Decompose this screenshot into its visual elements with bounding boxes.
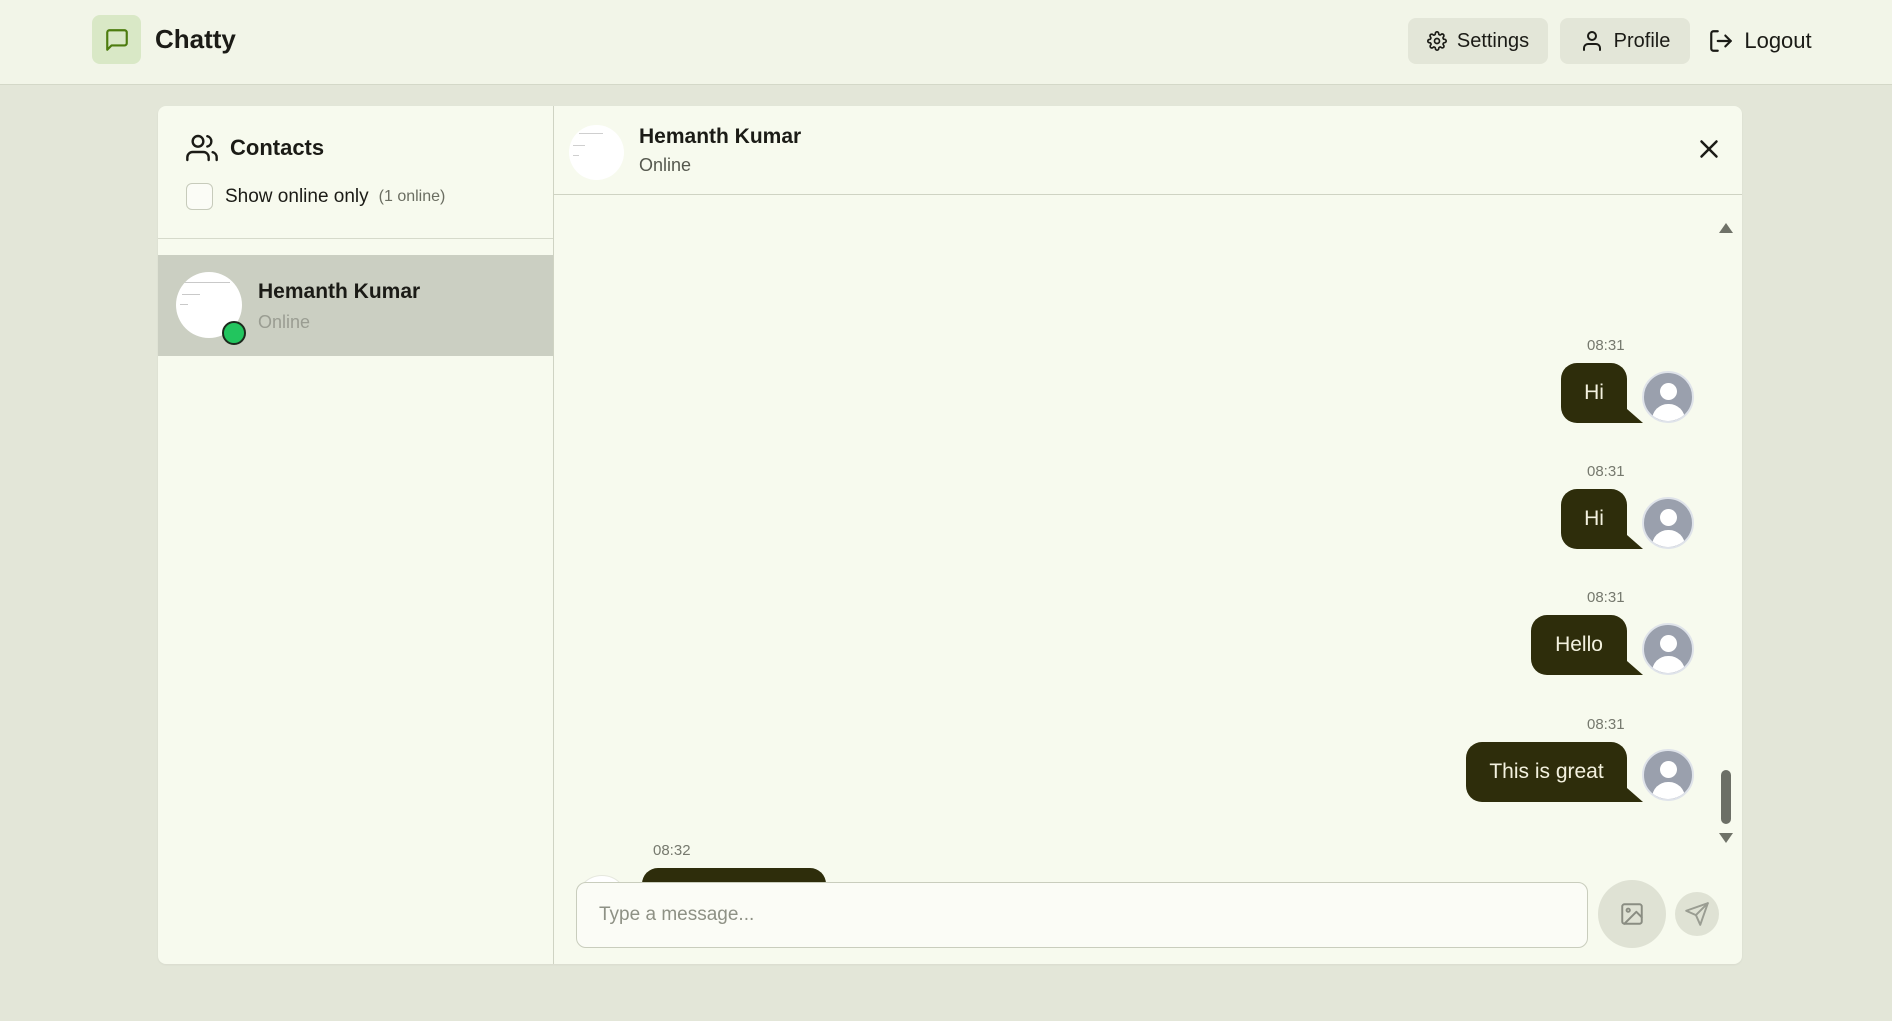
chat-panel: Contacts Show online only (1 online) Hem… (158, 106, 1742, 964)
logout-button[interactable]: Logout (1700, 18, 1820, 64)
user-avatar (1642, 749, 1694, 801)
bubble-tail (1627, 788, 1643, 802)
contact-name: Hemanth Kumar (258, 280, 421, 303)
bubble-tail (1627, 535, 1643, 549)
settings-label: Settings (1456, 29, 1530, 52)
message-bubble-outgoing: Hello (1531, 615, 1627, 675)
message-composer (554, 874, 1742, 964)
bubble-tail (1627, 661, 1643, 675)
send-button[interactable] (1675, 892, 1719, 936)
online-status-dot (222, 321, 246, 345)
online-count: (1 online) (378, 187, 446, 205)
chat-contact-name: Hemanth Kumar (639, 125, 802, 148)
image-icon (1621, 903, 1643, 925)
chat-contact-avatar (569, 125, 624, 180)
close-chat-button[interactable] (1694, 134, 1724, 164)
user-avatar (1642, 371, 1694, 423)
scrollbar-thumb[interactable] (1721, 770, 1731, 824)
brand[interactable]: Chatty (92, 15, 236, 64)
settings-button[interactable]: Settings (1408, 18, 1548, 64)
message-square-icon (92, 15, 141, 64)
message-time: 08:31 (1587, 589, 1625, 606)
contacts-title: Contacts (230, 135, 325, 160)
profile-label: Profile (1613, 29, 1671, 52)
users-icon (186, 134, 218, 162)
logout-icon (1710, 30, 1733, 52)
online-filter[interactable]: Show online only (1 online) (186, 183, 445, 210)
chat-window: Hemanth Kumar Online 08:31 Hi 08:31 Hi 0… (554, 106, 1742, 964)
online-only-label: Show online only (225, 185, 369, 207)
online-only-checkbox[interactable] (186, 183, 213, 210)
logout-label: Logout (1744, 28, 1812, 53)
user-avatar (1642, 623, 1694, 675)
scroll-down-arrow[interactable] (1719, 833, 1733, 843)
message-time: 08:31 (1587, 716, 1625, 733)
message-input[interactable] (576, 882, 1588, 948)
message-bubble-outgoing: Hi (1561, 363, 1627, 423)
message-bubble-outgoing: Hi (1561, 489, 1627, 549)
send-icon (1685, 902, 1709, 926)
attach-image-button[interactable] (1598, 880, 1666, 948)
contact-status: Online (258, 312, 311, 332)
message-time: 08:31 (1587, 337, 1625, 354)
user-icon (1582, 31, 1601, 51)
message-time: 08:31 (1587, 463, 1625, 480)
user-avatar (1642, 497, 1694, 549)
sidebar-header: Contacts Show online only (1 online) (158, 106, 553, 239)
close-icon (1700, 140, 1718, 158)
contacts-heading: Contacts (186, 132, 324, 164)
scroll-up-arrow[interactable] (1719, 223, 1733, 233)
app-name: Chatty (155, 24, 236, 54)
contacts-sidebar: Contacts Show online only (1 online) Hem… (158, 106, 554, 964)
gear-icon (1426, 31, 1447, 51)
bubble-tail (1627, 409, 1643, 423)
message-list[interactable]: 08:31 Hi 08:31 Hi 08:31 Hello 08:31 This… (554, 196, 1742, 928)
chat-header: Hemanth Kumar Online (554, 106, 1742, 195)
message-bubble-outgoing: This is great (1466, 742, 1627, 802)
top-navbar: Chatty Settings Profile Logout (0, 0, 1892, 85)
contact-item[interactable]: Hemanth Kumar Online (158, 255, 553, 356)
message-time: 08:32 (653, 842, 691, 859)
profile-button[interactable]: Profile (1560, 18, 1690, 64)
chat-contact-status: Online (639, 155, 692, 175)
